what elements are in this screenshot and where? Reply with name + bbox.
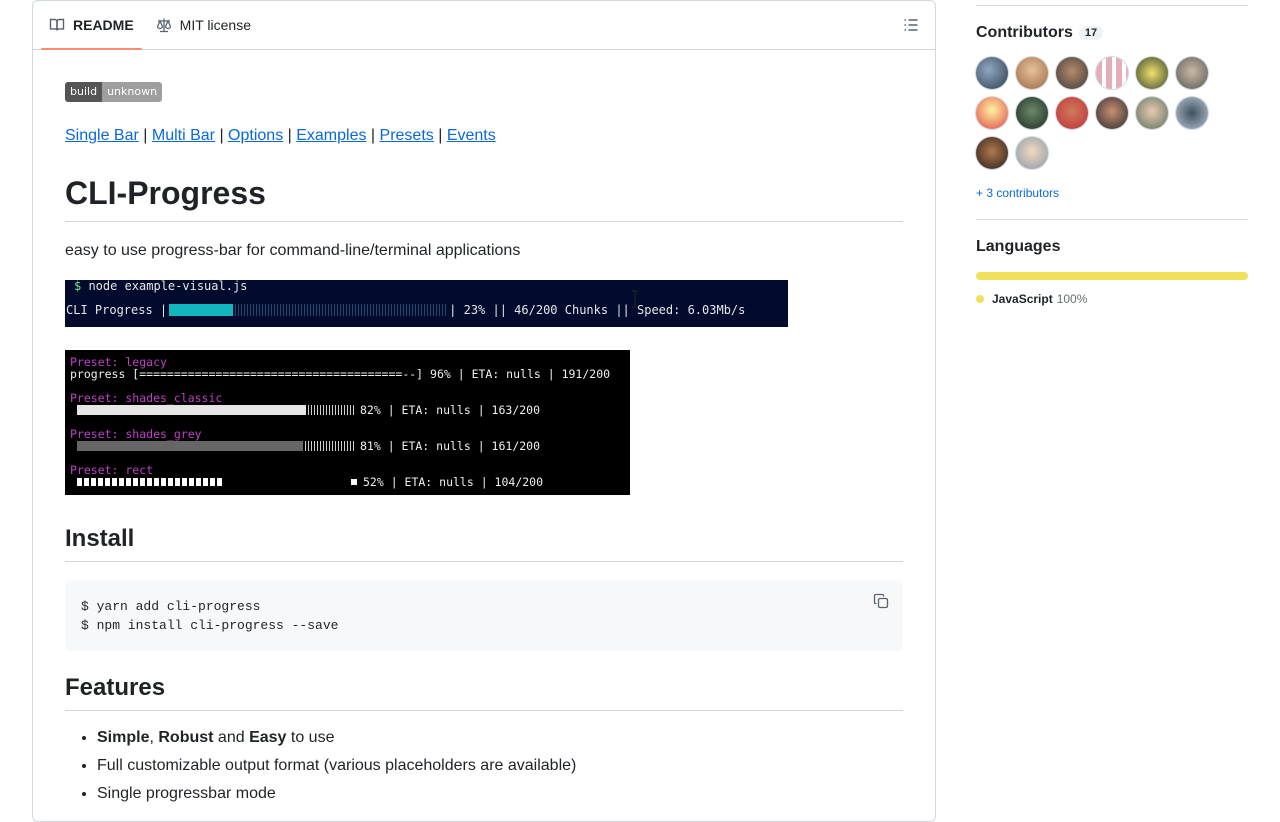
link-options[interactable]: Options	[228, 127, 283, 144]
feature-sep: and	[213, 729, 250, 746]
shades-classic-bar-fill	[77, 405, 306, 415]
book-icon	[49, 18, 65, 31]
feature-easy: Easy	[249, 729, 287, 746]
tab-license-label: MIT license	[179, 17, 251, 33]
shades-classic-bar	[77, 405, 356, 415]
language-item-javascript[interactable]: JavaScript 100%	[976, 292, 1087, 306]
avatar[interactable]	[1096, 57, 1128, 89]
languages-heading: Languages	[976, 238, 1061, 255]
divider	[976, 219, 1248, 220]
avatar[interactable]	[1056, 97, 1088, 129]
avatar[interactable]	[976, 137, 1008, 169]
feature-rest: to use	[286, 729, 335, 746]
link-presets[interactable]: Presets	[380, 127, 434, 144]
language-percent: 100%	[1056, 292, 1088, 306]
code-line-npm: $ npm install cli-progress --save	[81, 618, 339, 633]
preset-classic-row: 82% | ETA: nulls | 163/200	[70, 403, 540, 417]
terminal-command: $ node example-visual.js	[74, 279, 247, 293]
feature-item: Simple, Robust and Easy to use	[97, 726, 576, 750]
scale-icon	[156, 18, 171, 33]
avatar[interactable]	[1136, 97, 1168, 129]
contributors-heading-label: Contributors	[976, 24, 1073, 41]
feature-robust: Robust	[158, 729, 214, 746]
rect-bar-fill	[77, 478, 223, 486]
contributors-heading[interactable]: Contributors 17	[976, 24, 1104, 42]
link-single-bar[interactable]: Single Bar	[65, 127, 139, 144]
avatar[interactable]	[976, 97, 1008, 129]
rect-bar-cap	[351, 479, 357, 485]
features-list: Simple, Robust and Easy to use Full cust…	[65, 726, 576, 810]
language-name: JavaScript	[992, 292, 1053, 306]
table-of-contents-button[interactable]	[903, 17, 919, 38]
language-color-dot	[976, 295, 984, 303]
preset-legacy-line: progress [==============================…	[70, 367, 611, 381]
avatar[interactable]	[1136, 57, 1168, 89]
preset-grey-row: 81% | ETA: nulls | 161/200	[70, 439, 540, 453]
list-unordered-icon	[904, 19, 918, 31]
cli-progress-bar-fill	[169, 304, 234, 316]
copy-button[interactable]	[873, 593, 889, 613]
link-events[interactable]: Events	[447, 127, 496, 144]
readme-container: README MIT license build unknown Single …	[32, 0, 936, 822]
preset-grey-suffix: 81% | ETA: nulls | 161/200	[360, 439, 541, 453]
cli-progress-bar	[169, 304, 448, 316]
features-heading: Features	[65, 670, 903, 711]
contributors-count-badge: 17	[1078, 25, 1104, 40]
progress-suffix: | 23% || 46/200 Chunks || Speed: 6.03Mb/…	[449, 303, 746, 317]
tab-license[interactable]: MIT license	[148, 1, 259, 49]
install-heading: Install	[65, 521, 903, 562]
terminal-demo-image: $ node example-visual.js CLI Progress | …	[65, 279, 788, 327]
shades-grey-bar	[77, 441, 356, 451]
avatar[interactable]	[1016, 97, 1048, 129]
readme-tabbar: README MIT license	[33, 1, 935, 50]
readme-nav-links: Single Bar | Multi Bar | Options | Examp…	[65, 127, 496, 144]
badge-label: build	[65, 82, 103, 102]
terminal-progress-row: CLI Progress | | 23% || 46/200 Chunks ||…	[66, 302, 745, 318]
link-examples[interactable]: Examples	[296, 127, 366, 144]
feature-item: Single progressbar mode	[97, 782, 576, 806]
tab-readme-label: README	[73, 17, 134, 33]
install-code-block: $ yarn add cli-progress $ npm install cl…	[65, 580, 903, 651]
preset-rect-suffix: 52% | ETA: nulls | 104/200	[363, 475, 544, 489]
rect-bar	[77, 477, 357, 487]
avatar[interactable]	[1056, 57, 1088, 89]
project-description: easy to use progress-bar for command-lin…	[65, 242, 521, 259]
language-bar	[976, 272, 1248, 280]
avatar[interactable]	[1016, 57, 1048, 89]
avatar[interactable]	[1096, 97, 1128, 129]
page-title: CLI-Progress	[65, 169, 903, 222]
tab-readme[interactable]: README	[41, 1, 142, 50]
shades-grey-bar-fill	[77, 441, 303, 451]
progress-prefix: CLI Progress |	[66, 303, 168, 317]
avatar[interactable]	[1016, 137, 1048, 169]
avatar[interactable]	[976, 57, 1008, 89]
preset-rect-row: 52% | ETA: nulls | 104/200	[70, 475, 543, 489]
text-cursor-icon	[630, 290, 640, 313]
copy-icon	[873, 593, 889, 609]
presets-demo-image: Preset: legacy progress [===============…	[65, 350, 630, 495]
code-line-yarn: $ yarn add cli-progress	[81, 599, 261, 614]
badge-value: unknown	[102, 82, 163, 102]
more-contributors-link[interactable]: + 3 contributors	[976, 186, 1059, 200]
feature-item: Full customizable output format (various…	[97, 754, 576, 778]
avatar[interactable]	[1176, 97, 1208, 129]
terminal-command-text: node example-visual.js	[81, 279, 248, 293]
avatar[interactable]	[1176, 57, 1208, 89]
feature-simple: Simple	[97, 729, 150, 746]
preset-classic-suffix: 82% | ETA: nulls | 163/200	[360, 403, 541, 417]
divider	[976, 5, 1248, 6]
link-multi-bar[interactable]: Multi Bar	[152, 127, 215, 144]
build-status-badge[interactable]: build unknown	[65, 82, 163, 102]
